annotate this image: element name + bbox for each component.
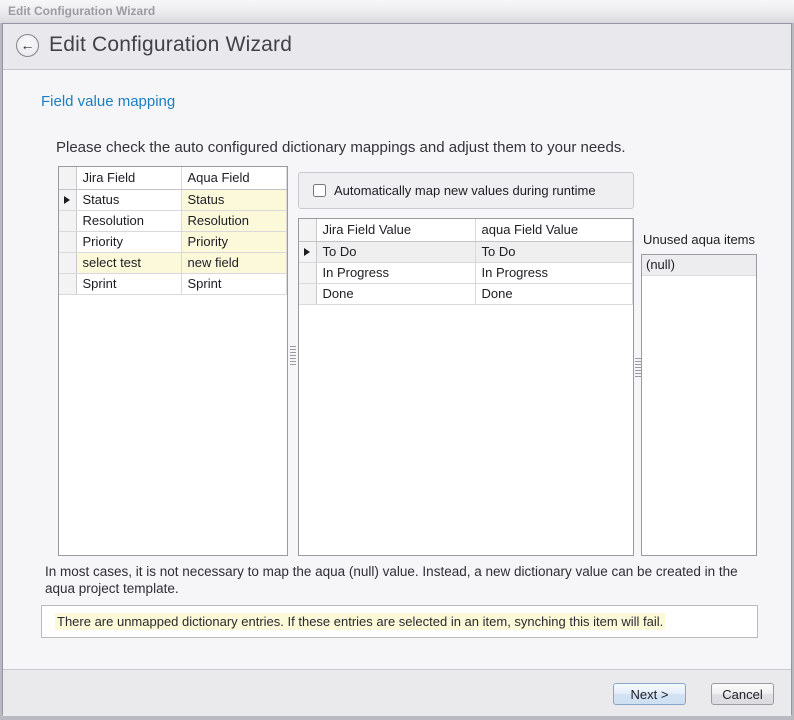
field-mapping-grid: Jira Field Aqua Field Status Status Reso… [58,166,288,556]
window-titlebar[interactable]: Edit Configuration Wizard [0,0,794,24]
row-selector[interactable] [299,241,316,262]
back-arrow-icon: ← [21,38,35,52]
value-grid-row[interactable]: To Do To Do [299,241,633,262]
field-grid-header-row: Jira Field Aqua Field [59,167,287,189]
auto-map-checkbox-label[interactable]: Automatically map new values during runt… [334,183,596,198]
unused-items-label: Unused aqua items [643,232,755,247]
auto-map-checkbox[interactable] [313,184,326,197]
list-item[interactable]: (null) [642,255,756,276]
field-grid-row[interactable]: Priority Priority [59,231,287,252]
column-header-jira-field-value[interactable]: Jira Field Value [316,219,475,241]
aqua-value-cell[interactable]: To Do [475,241,633,262]
current-row-arrow-icon [64,196,70,204]
jira-field-cell[interactable]: select test [76,252,181,273]
row-selector-header [299,219,316,241]
field-grid-row[interactable]: select test new field [59,252,287,273]
warning-text: There are unmapped dictionary entries. I… [55,613,665,630]
row-selector[interactable] [59,273,76,294]
jira-field-cell[interactable]: Status [76,189,181,210]
row-selector[interactable] [299,283,316,304]
value-grid-row[interactable]: Done Done [299,283,633,304]
splitter-grip-icon [635,358,641,379]
jira-field-cell[interactable]: Resolution [76,210,181,231]
row-selector[interactable] [59,231,76,252]
value-grid-header-row: Jira Field Value aqua Field Value [299,219,633,241]
jira-value-cell[interactable]: Done [316,283,475,304]
note-text: In most cases, it is not necessary to ma… [45,563,745,597]
auto-map-panel: Automatically map new values during runt… [298,172,634,209]
value-grid-row[interactable]: In Progress In Progress [299,262,633,283]
unused-items-list[interactable]: (null) [641,254,757,556]
section-title: Field value mapping [41,93,175,110]
aqua-field-cell[interactable]: Priority [181,231,287,252]
value-mapping-grid: Jira Field Value aqua Field Value To Do … [298,218,634,556]
instruction-text: Please check the auto configured diction… [56,139,626,156]
row-selector[interactable] [299,262,316,283]
aqua-value-cell[interactable]: In Progress [475,262,633,283]
jira-value-cell[interactable]: To Do [316,241,475,262]
column-header-aqua-field[interactable]: Aqua Field [181,167,287,189]
cancel-button[interactable]: Cancel [711,683,774,705]
row-selector[interactable] [59,252,76,273]
aqua-field-cell[interactable]: new field [181,252,287,273]
field-grid-row[interactable]: Sprint Sprint [59,273,287,294]
splitter-grip-icon [290,346,296,367]
next-button[interactable]: Next > [613,683,686,705]
page-title: Edit Configuration Wizard [49,33,292,57]
field-grid-row[interactable]: Status Status [59,189,287,210]
row-selector[interactable] [59,189,76,210]
vertical-splitter[interactable] [287,166,298,556]
aqua-field-cell[interactable]: Resolution [181,210,287,231]
wizard-window: ← Edit Configuration Wizard Field value … [2,23,792,715]
column-header-jira-field[interactable]: Jira Field [76,167,181,189]
aqua-field-cell[interactable]: Status [181,189,287,210]
row-selector-header [59,167,76,189]
field-grid-row[interactable]: Resolution Resolution [59,210,287,231]
wizard-header: ← Edit Configuration Wizard [3,24,791,70]
window-title: Edit Configuration Wizard [8,4,155,18]
jira-value-cell[interactable]: In Progress [316,262,475,283]
jira-field-cell[interactable]: Sprint [76,273,181,294]
warning-box: There are unmapped dictionary entries. I… [41,605,758,638]
column-header-aqua-field-value[interactable]: aqua Field Value [475,219,633,241]
row-selector[interactable] [59,210,76,231]
back-button[interactable]: ← [16,34,39,57]
footer-bar: Next > Cancel [3,669,791,716]
jira-field-cell[interactable]: Priority [76,231,181,252]
aqua-field-cell[interactable]: Sprint [181,273,287,294]
current-row-arrow-icon [304,248,310,256]
aqua-value-cell[interactable]: Done [475,283,633,304]
